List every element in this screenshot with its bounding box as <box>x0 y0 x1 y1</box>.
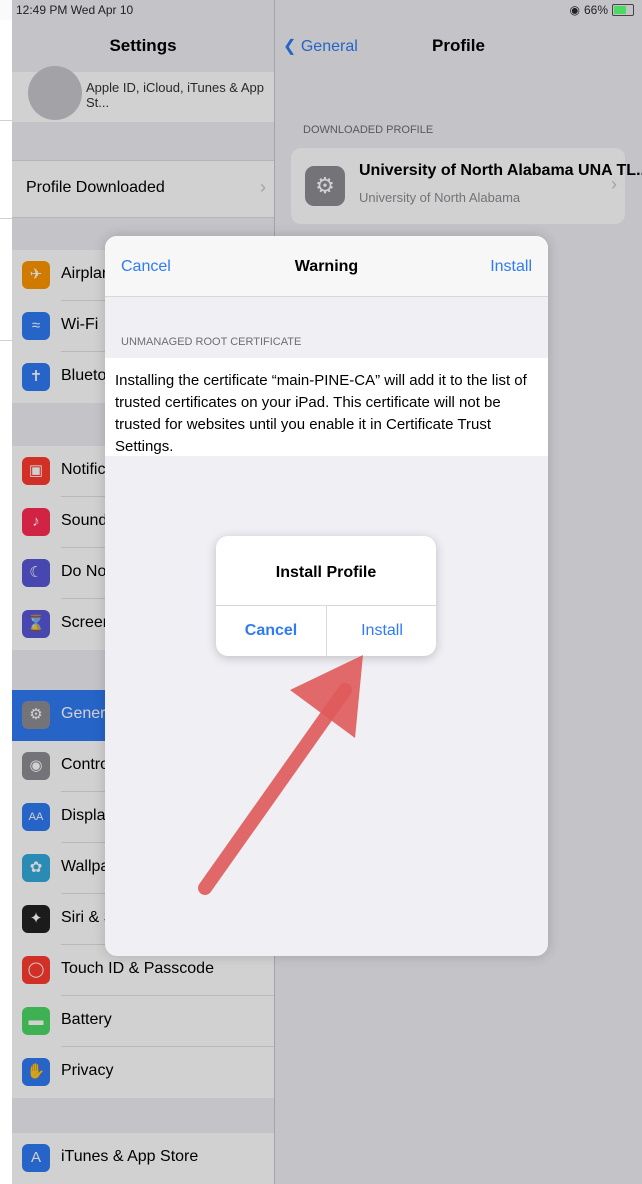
warning-toolbar: Cancel Warning Install <box>105 236 548 297</box>
edge-mark <box>0 0 12 20</box>
battery-icon <box>612 4 634 16</box>
alert-cancel-button[interactable]: Cancel <box>216 606 326 656</box>
warning-install-button[interactable]: Install <box>490 258 532 276</box>
edge-divider <box>0 340 12 341</box>
battery-percent: 66% <box>583 3 608 17</box>
wifi-icon: ◉ <box>569 3 580 17</box>
page-edge <box>0 0 12 1184</box>
ipad-screen: Settings Apple ID, iCloud, iTunes & App … <box>12 0 642 1184</box>
certificate-section-label: UNMANAGED ROOT CERTIFICATE <box>121 336 302 348</box>
install-profile-alert: Install Profile Cancel Install <box>216 536 436 656</box>
warning-message: Installing the certificate “main-PINE-CA… <box>115 372 527 455</box>
status-time: 12:49 PM Wed Apr 10 <box>16 3 134 17</box>
edge-divider <box>0 218 12 219</box>
status-bar: 12:49 PM Wed Apr 10 ◉ 66% <box>12 0 642 20</box>
warning-title: Warning <box>294 258 359 275</box>
alert-title: Install Profile <box>275 564 377 581</box>
alert-install-button[interactable]: Install <box>327 606 437 656</box>
warning-message-box: Installing the certificate “main-PINE-CA… <box>105 358 548 456</box>
status-right: ◉ 66% <box>569 3 634 17</box>
edge-divider <box>0 120 12 121</box>
